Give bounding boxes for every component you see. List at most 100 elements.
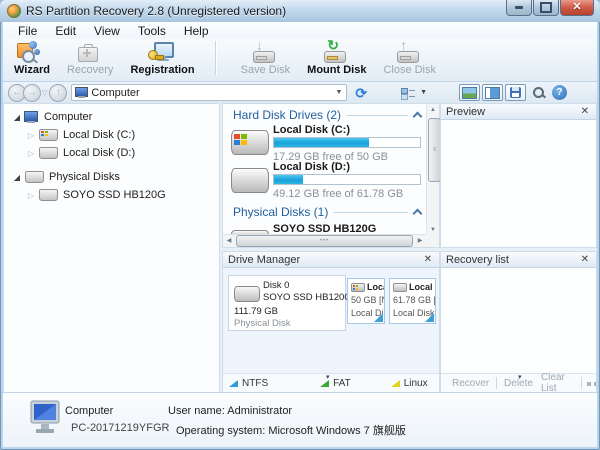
scroll-grip: ••• (320, 238, 329, 244)
clear-list-button[interactable]: Clear List (537, 372, 578, 394)
tree-collapsed-icon[interactable]: ▷ (26, 191, 36, 200)
forward-button[interactable]: → (23, 84, 41, 102)
collapse-section-icon[interactable] (413, 112, 423, 122)
drive-name[interactable]: Local Disk (D:) (273, 161, 350, 173)
close-panel-icon[interactable]: ✕ (579, 106, 591, 117)
save-disk-button[interactable]: ↓ Save Disk (230, 39, 297, 77)
drive-c-icon[interactable] (231, 130, 269, 155)
recovery-list-body (441, 268, 596, 374)
close-disk-button[interactable]: ↑ Close Disk (372, 39, 442, 77)
picture-icon (462, 87, 477, 99)
tree-item-soyo-ssd[interactable]: ▷ SOYO SSD HB120G (4, 186, 241, 204)
tree-expanded-icon[interactable]: ◢ (12, 113, 22, 122)
menu-tools[interactable]: Tools (129, 23, 175, 39)
scroll-right-icon[interactable]: ▶ (414, 235, 426, 247)
recovery-list-header: Recovery list ✕ (441, 252, 596, 268)
view-options-icon (401, 87, 415, 99)
drive-name[interactable]: Local Disk (C:) (273, 124, 350, 136)
registration-icon (147, 41, 173, 63)
wizard-button[interactable]: Wizard (3, 39, 56, 77)
menu-file[interactable]: File (9, 23, 46, 39)
menu-view[interactable]: View (85, 23, 129, 39)
partition-card-d[interactable]: Local D 61.78 GB [ Local Disk (389, 278, 436, 324)
scrollbar-corner (426, 234, 439, 247)
status-bar: Computer PC-20171219YFGR User name: Admi… (3, 392, 597, 447)
menu-edit[interactable]: Edit (46, 23, 85, 39)
registration-button[interactable]: Registration (119, 39, 200, 77)
close-icon: ✕ (572, 2, 581, 13)
close-panel-icon[interactable]: ✕ (579, 254, 591, 265)
drive-icon (39, 147, 58, 159)
partition-card-c[interactable]: Local 50 GB [N Local Disk (347, 278, 385, 324)
drive-manager-body: Disk 0 SOYO SSD HB120G 111.79 GB Physica… (223, 268, 439, 374)
view-options-button[interactable]: ▼ (401, 87, 427, 99)
tree-item-computer[interactable]: ◢ Computer (4, 108, 227, 126)
drive-d-icon[interactable] (231, 168, 269, 193)
panel-title: Drive Manager (228, 254, 422, 266)
scroll-left-icon[interactable]: ◀ (223, 235, 235, 247)
location-dropdown-icon[interactable]: ▼ (331, 89, 346, 96)
panel-layout-toggle[interactable] (482, 84, 503, 101)
tree-item-physical-disks[interactable]: ◢ Physical Disks (4, 168, 227, 186)
history-dropdown-icon[interactable]: ▽ (42, 89, 47, 97)
mount-disk-button[interactable]: ↻ Mount Disk (296, 39, 372, 77)
disk-model: SOYO SSD HB120G (263, 292, 352, 303)
disk-icon (234, 286, 260, 302)
drive-manager-panel: Drive Manager ✕ Disk 0 SOYO SSD HB120G 1… (222, 251, 440, 393)
preview-body (441, 120, 596, 247)
window-title: RS Partition Recovery 2.8 (Unregistered … (26, 4, 286, 18)
disk-0-card[interactable]: Disk 0 SOYO SSD HB120G 111.79 GB Physica… (228, 275, 346, 331)
panel-title: Recovery list (446, 254, 579, 266)
up-button[interactable]: ↑ (49, 84, 67, 102)
ntfs-triangle-icon (229, 380, 238, 387)
minimize-button[interactable] (506, 0, 532, 16)
horizontal-scrollbar[interactable]: ◀ ••• ▶ (223, 234, 426, 247)
splitter-icon[interactable]: ▾ (326, 375, 330, 381)
recovery-button[interactable]: Recovery (56, 39, 119, 77)
title-bar[interactable]: RS Partition Recovery 2.8 (Unregistered … (0, 0, 600, 22)
scroll-up-icon[interactable]: ▲ (427, 104, 439, 116)
recovery-icon (75, 41, 101, 63)
location-combobox[interactable]: Computer ▼ (71, 84, 347, 101)
section-physical-disks: Physical Disks (1) (233, 205, 421, 219)
legend-linux: Linux (391, 378, 428, 389)
menu-help[interactable]: Help (175, 23, 218, 39)
refresh-icon[interactable]: ⟳ (355, 86, 367, 100)
collapse-section-icon[interactable] (413, 209, 423, 219)
tree-collapsed-icon[interactable]: ▷ (26, 131, 36, 140)
tree-collapsed-icon[interactable]: ▷ (26, 149, 36, 158)
computer-status-icon (29, 400, 63, 438)
help-button[interactable]: ? (552, 85, 567, 100)
recovery-actions-bar: ▾ Recover Delete Clear List (441, 373, 596, 392)
status-computer-name: PC-20171219YFGR (71, 422, 169, 434)
disk-kind: Physical Disk (234, 318, 291, 329)
save-list-toggle[interactable] (505, 84, 526, 101)
tree-expanded-icon[interactable]: ◢ (12, 173, 22, 182)
search-icon[interactable] (533, 87, 545, 99)
close-panel-icon[interactable]: ✕ (422, 254, 434, 265)
recover-button[interactable]: Recover (448, 378, 493, 389)
scroll-thumb[interactable]: ••• (236, 235, 413, 247)
menu-bar: File Edit View Tools Help (3, 22, 597, 39)
tree-item-local-disk-d[interactable]: ▷ Local Disk (D:) (4, 144, 241, 162)
panel-icon (485, 87, 500, 99)
ntfs-corner-icon (425, 313, 434, 322)
preview-pane-toggle[interactable] (459, 84, 480, 101)
app-icon (7, 4, 21, 18)
back-icon: ← (12, 87, 22, 98)
scroll-grip: ≡ (433, 147, 437, 153)
splitter-icon[interactable]: ▾ (518, 375, 522, 381)
close-button[interactable]: ✕ (560, 0, 594, 16)
vertical-scrollbar[interactable]: ▲ ≡ ▼ (426, 104, 439, 236)
app-window: RS Partition Recovery 2.8 (Unregistered … (0, 0, 600, 450)
tree-item-local-disk-c[interactable]: ▷ Local Disk (C:) (4, 126, 241, 144)
view-options-dropdown-icon[interactable]: ▼ (420, 89, 427, 96)
capacity-bar-c (273, 137, 421, 148)
section-divider (334, 212, 408, 213)
partition-size: 61.78 GB [ (393, 294, 432, 307)
maximize-button[interactable] (533, 0, 559, 16)
wizard-icon (16, 41, 42, 63)
toolbar-separator (215, 41, 216, 75)
partition-label: Local D (409, 281, 436, 294)
list-view-icon[interactable] (587, 378, 596, 388)
